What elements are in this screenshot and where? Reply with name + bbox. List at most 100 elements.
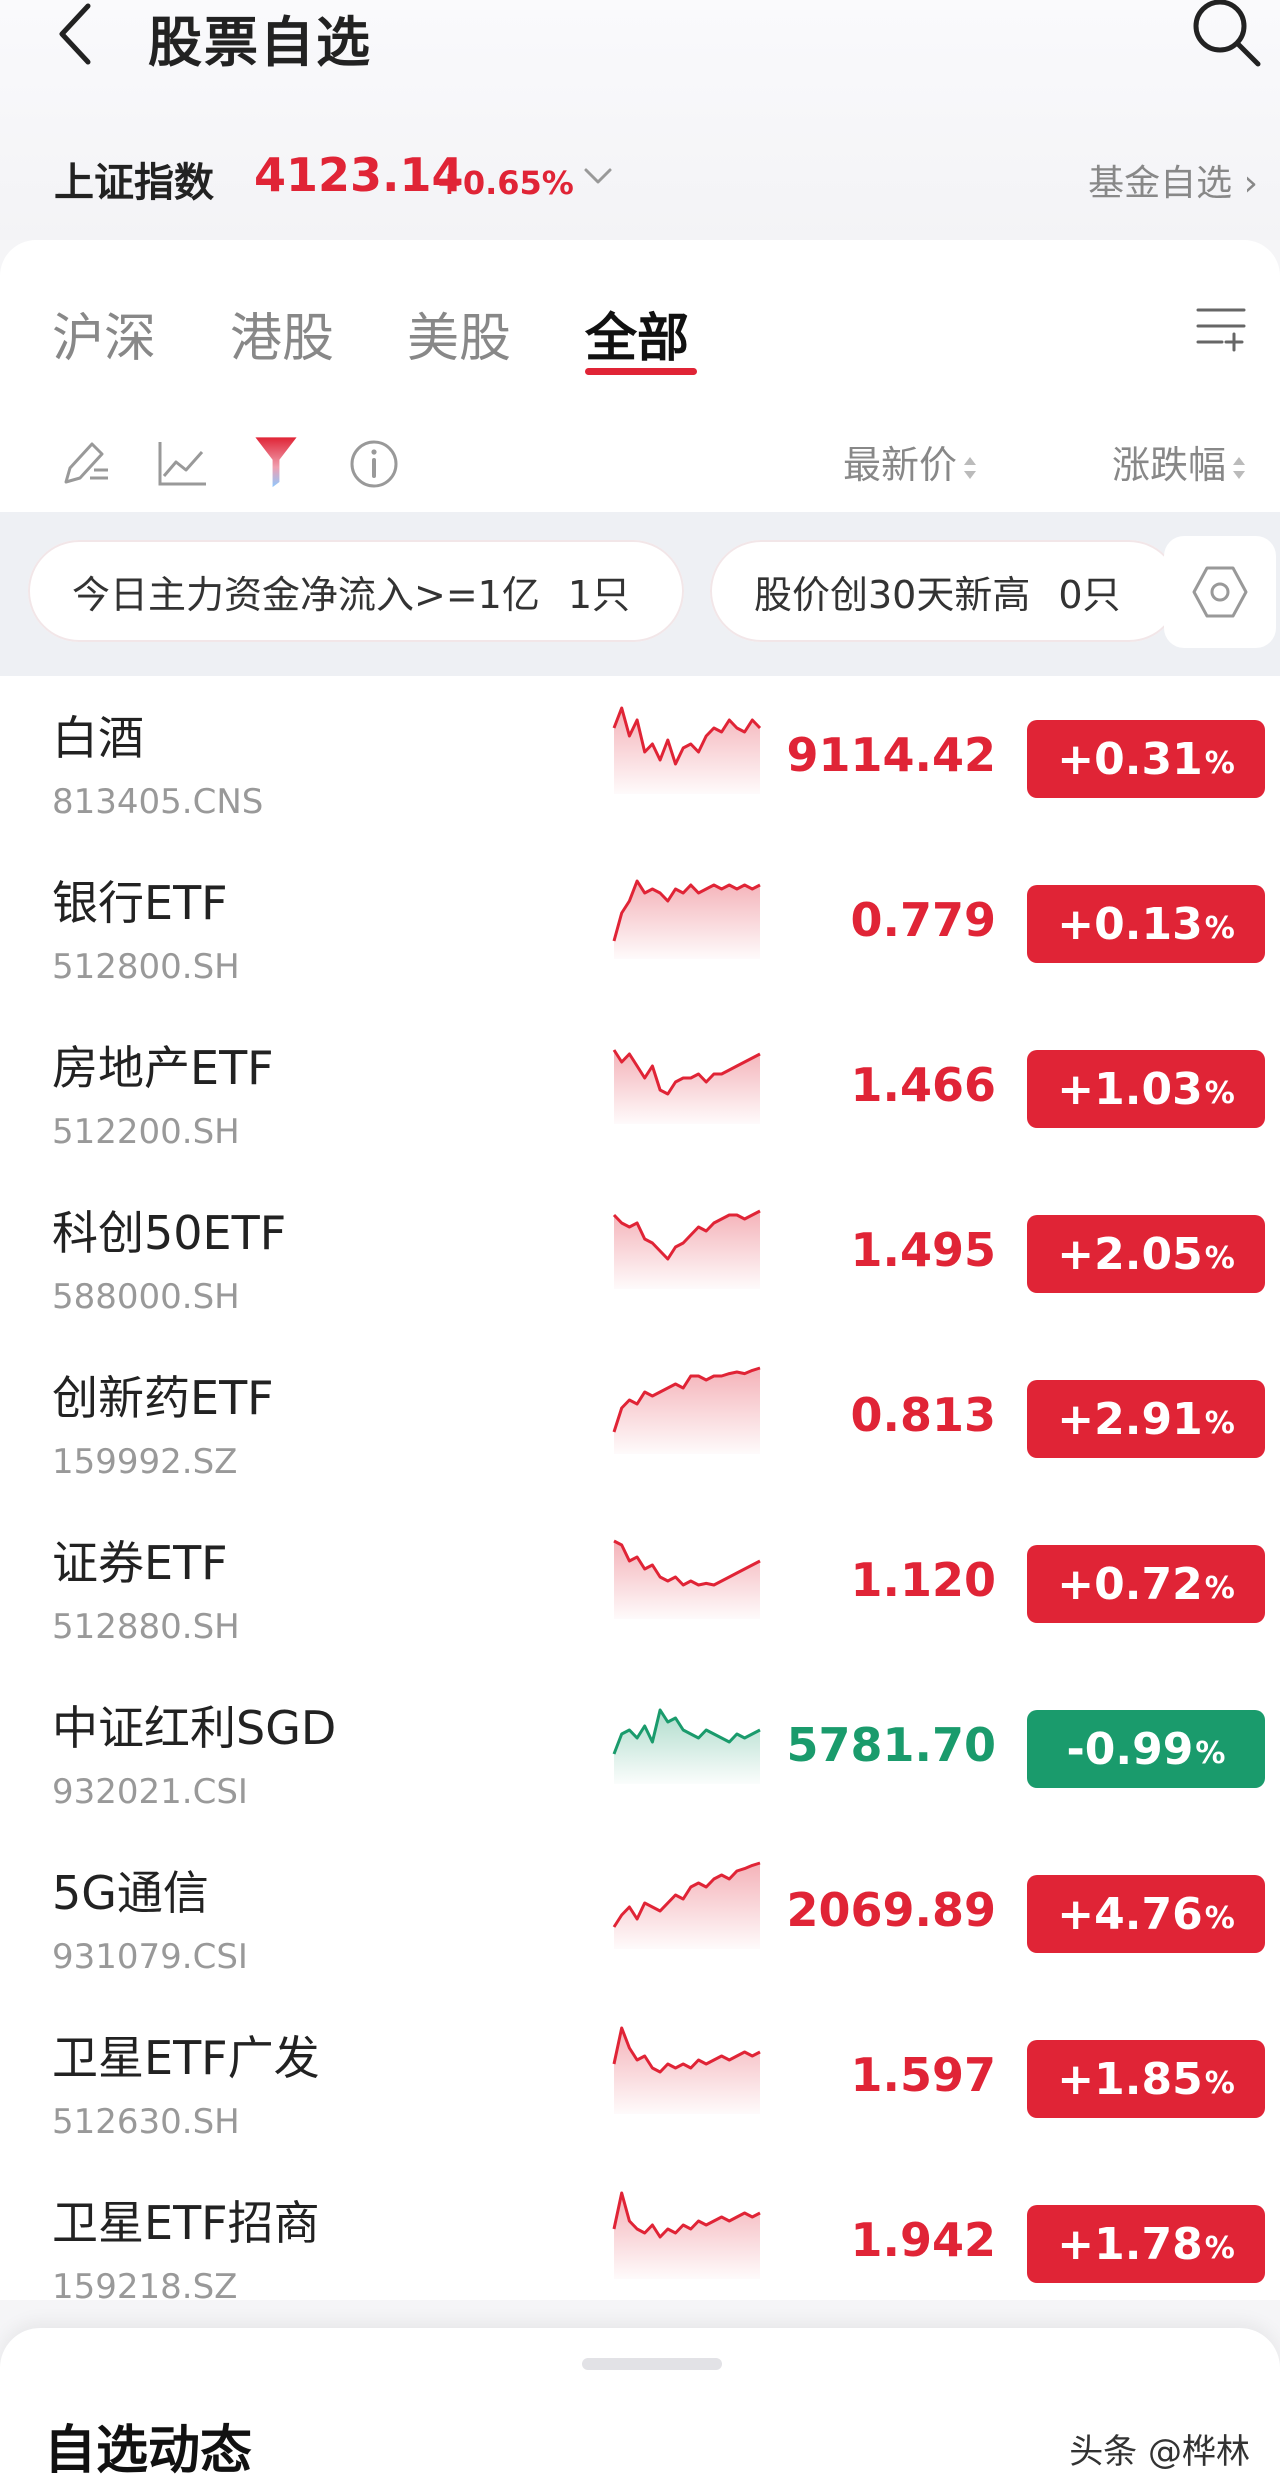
change-column-label: 涨跌幅 [1112,443,1227,487]
sparkline-chart [612,1708,761,1784]
filter-settings-button[interactable] [1164,536,1276,648]
change-badge[interactable]: +0.13% [1027,885,1265,963]
change-value: +1.03 [1057,1063,1203,1115]
stock-price: 9114.42 [786,728,996,782]
stock-code: 512630.SH [52,2102,240,2142]
info-icon[interactable] [344,434,404,494]
fund-watchlist-link[interactable]: 基金自选 › [1088,154,1258,206]
change-badge[interactable]: +1.78% [1027,2205,1265,2283]
price-column-header[interactable]: 最新价 [843,434,977,489]
chevron-down-icon[interactable] [580,162,616,192]
filter-chip-30day-high[interactable]: 股价创30天新高 0只 [710,540,1180,642]
sparkline-chart [612,1049,761,1124]
sparkline-area [614,2193,760,2279]
sparkline-chart [612,706,762,794]
stock-price: 0.813 [850,1388,996,1442]
stock-row[interactable]: 5G通信 931079.CSI 2069.89 +4.76% [0,1845,1280,2010]
stock-name: 银行ETF [52,876,228,930]
sparkline-chart [612,1861,761,1949]
watermark: 头条 @桦林 [1069,2432,1250,2472]
stock-code: 159992.SZ [52,1442,238,1482]
percent-sign: % [1204,1405,1235,1441]
index-name[interactable]: 上证指数 [54,150,214,208]
sparkline-chart [612,879,761,959]
index-value: 4123.14 [254,148,464,202]
percent-sign: % [1204,1900,1235,1936]
drag-handle[interactable] [582,2358,722,2370]
change-badge[interactable]: +0.31% [1027,720,1265,798]
chevron-left-icon[interactable] [40,0,110,70]
percent-sign: % [1204,2065,1235,2101]
stock-name: 科创50ETF [52,1206,287,1260]
stock-price: 1.120 [850,1553,996,1607]
sparkline-chart [613,1539,761,1619]
stock-row[interactable]: 银行ETF 512800.SH 0.779 +0.13% [0,855,1280,1020]
tab-hong-kong[interactable]: 港股 [230,296,334,371]
filter-chip-main-inflow[interactable]: 今日主力资金净流入>=1亿 1只 [28,540,684,642]
change-column-header[interactable]: 涨跌幅 [1112,434,1246,489]
change-value: +1.78 [1057,2218,1203,2270]
sparkline-chart [612,2026,761,2114]
sparkline-area [614,1710,760,1784]
stock-price: 1.495 [850,1223,996,1277]
change-badge[interactable]: +2.91% [1027,1380,1265,1458]
percent-sign: % [1204,1570,1235,1606]
sparkline-area [614,1050,760,1124]
stock-price: 1.942 [850,2213,996,2267]
change-value: +1.85 [1057,2053,1203,2105]
stock-row[interactable]: 卫星ETF招商 159218.SZ 1.942 +1.78% [0,2175,1280,2340]
sparkline-area [614,1541,760,1619]
sort-icon [1233,456,1246,479]
percent-sign: % [1204,1075,1235,1111]
stock-code: 932021.CSI [52,1772,248,1812]
chevron-right-icon: › [1232,163,1258,204]
stock-name: 卫星ETF招商 [52,2196,320,2250]
stock-row[interactable]: 创新药ETF 159992.SZ 0.813 +2.91% [0,1350,1280,1515]
change-badge[interactable]: +2.05% [1027,1215,1265,1293]
change-badge[interactable]: +4.76% [1027,1875,1265,1953]
change-badge[interactable]: -0.99% [1027,1710,1265,1788]
change-value: -0.99 [1066,1723,1194,1775]
active-tab-indicator [585,368,697,375]
change-value: +0.13 [1057,898,1203,950]
stock-name: 创新药ETF [52,1371,274,1425]
change-value: +2.91 [1057,1393,1203,1445]
stock-row[interactable]: 证券ETF 512880.SH 1.120 +0.72% [0,1515,1280,1680]
list-settings-icon[interactable] [1194,300,1248,354]
stock-price: 2069.89 [786,1883,996,1937]
percent-sign: % [1204,745,1235,781]
edit-icon[interactable] [56,434,116,494]
tab-us[interactable]: 美股 [407,296,511,371]
stock-row[interactable]: 白酒 813405.CNS 9114.42 +0.31% [0,690,1280,855]
fund-link-label: 基金自选 [1088,163,1233,204]
filter-chip-count: 1只 [567,572,631,617]
sparkline-area [614,2028,760,2114]
stock-row[interactable]: 中证红利SGD 932021.CSI 5781.70 -0.99% [0,1680,1280,1845]
stock-price: 1.597 [850,2048,996,2102]
header: 股票自选 上证指数 4123.14 +0.65% 基金自选 › [0,0,1280,240]
stock-code: 813405.CNS [52,782,264,822]
price-column-label: 最新价 [843,443,958,487]
filter-icon[interactable] [246,434,306,494]
change-badge[interactable]: +0.72% [1027,1545,1265,1623]
sort-icon [964,456,977,479]
page-title: 股票自选 [148,11,372,74]
change-badge[interactable]: +1.03% [1027,1050,1265,1128]
chart-icon[interactable] [152,434,212,494]
sparkline-area [614,1863,760,1949]
tab-shanghai-shenzhen[interactable]: 沪深 [52,296,156,371]
stock-name: 证券ETF [52,1536,228,1590]
change-badge[interactable]: +1.85% [1027,2040,1265,2118]
stock-row[interactable]: 房地产ETF 512200.SH 1.466 +1.03% [0,1020,1280,1185]
tab-all[interactable]: 全部 [585,296,689,371]
search-icon[interactable] [1186,0,1266,72]
sparkline-chart [612,1209,761,1289]
stock-row[interactable]: 卫星ETF广发 512630.SH 1.597 +1.85% [0,2010,1280,2175]
stock-code: 512200.SH [52,1112,240,1152]
stock-code: 931079.CSI [52,1937,248,1977]
filter-chip-count: 0只 [1058,572,1121,617]
sparkline-area [614,881,760,959]
stock-row[interactable]: 科创50ETF 588000.SH 1.495 +2.05% [0,1185,1280,1350]
stock-code: 159218.SZ [52,2267,238,2307]
stock-name: 卫星ETF广发 [52,2031,320,2085]
